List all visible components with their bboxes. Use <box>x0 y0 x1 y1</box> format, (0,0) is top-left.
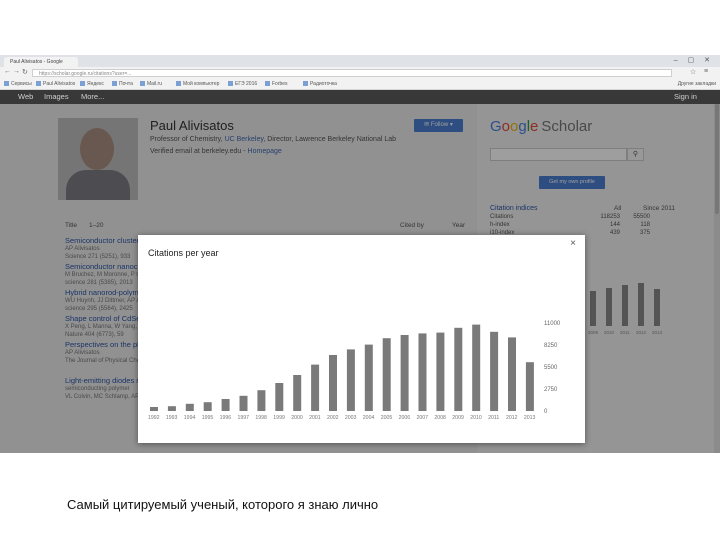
bookmark-item[interactable]: Яндекс <box>80 80 104 88</box>
chart-bar[interactable] <box>185 403 194 411</box>
chart-bar[interactable] <box>508 337 516 411</box>
y-tick-label: 11000 <box>544 321 561 327</box>
chart-bar[interactable] <box>311 364 320 411</box>
bookmark-item[interactable]: Paul Alivisatos <box>36 80 75 88</box>
bookmark-icon <box>140 81 145 87</box>
x-tick-label: 1993 <box>166 415 178 421</box>
bookmarks-bar: Другие закладки Сервисы Paul Alivisatos Ян… <box>0 79 720 90</box>
bookmark-icon <box>112 81 117 87</box>
bookmark-label: Радиоточка <box>310 81 337 87</box>
tab-strip: Paul Alivisatos - Google – ▢ ✕ <box>0 55 720 67</box>
bookmark-item[interactable]: ЕГЭ 2016 <box>228 80 257 88</box>
y-tick-label: 8250 <box>544 343 558 349</box>
bookmark-item[interactable]: Forbes <box>265 80 288 88</box>
x-tick-label: 1995 <box>202 415 214 421</box>
chart-bar[interactable] <box>346 349 355 411</box>
bookmark-item[interactable]: Почта <box>112 80 133 88</box>
x-tick-label: 2010 <box>470 415 482 421</box>
address-bar: ← → ↻ https://scholar.google.ru/citation… <box>0 67 720 79</box>
url-input[interactable]: https://scholar.google.ru/citations?user… <box>32 69 672 77</box>
chart-bar[interactable] <box>490 331 499 411</box>
bookmark-label: Forbes <box>272 81 288 87</box>
chart-bar[interactable] <box>221 399 230 411</box>
bookmark-label: Мой компьютер <box>183 81 220 87</box>
chart-bar[interactable] <box>436 332 445 411</box>
gbar-web[interactable]: Web <box>18 92 33 101</box>
chart-bar[interactable] <box>525 362 534 411</box>
bookmark-item[interactable]: Mail.ru <box>140 80 162 88</box>
bookmark-icon <box>176 81 181 87</box>
window-controls[interactable]: – ▢ ✕ <box>674 56 714 64</box>
x-tick-label: 1999 <box>273 415 285 421</box>
bookmark-item[interactable]: Радиоточка <box>303 80 337 88</box>
x-tick-label: 2005 <box>381 415 393 421</box>
bookmark-icon <box>4 81 9 87</box>
gbar-signin[interactable]: Sign in <box>674 92 697 101</box>
x-tick-label: 2013 <box>524 415 536 421</box>
chart-bar[interactable] <box>454 327 463 411</box>
y-tick-label: 2750 <box>544 387 558 393</box>
bookmark-label: Почта <box>119 81 133 87</box>
chart-bar[interactable] <box>472 324 481 411</box>
chart-bar[interactable] <box>293 375 302 411</box>
bookmark-icon <box>228 81 233 87</box>
citations-modal: Citations per year × 1992 1993 1994 1995 199… <box>138 235 585 443</box>
bookmark-label: Paul Alivisatos <box>43 81 76 87</box>
chart-bar[interactable] <box>329 355 337 411</box>
chart-bar[interactable] <box>150 407 158 411</box>
x-tick-label: 2008 <box>434 415 446 421</box>
back-icon[interactable]: ← <box>4 68 11 75</box>
x-tick-label: 2001 <box>309 415 321 421</box>
x-tick-label: 2009 <box>452 415 464 421</box>
chart-bar[interactable] <box>257 390 266 411</box>
bookmark-label: Яндекс <box>87 81 104 87</box>
chart-bar[interactable] <box>400 335 409 411</box>
y-tick-label: 5500 <box>544 365 558 371</box>
x-tick-label: 2007 <box>417 415 429 421</box>
x-tick-label: 2012 <box>506 415 518 421</box>
bookmark-item[interactable]: Мой компьютер <box>176 80 219 88</box>
x-tick-label: 1992 <box>148 415 160 421</box>
bookmark-icon <box>80 81 85 87</box>
chart-bar[interactable] <box>418 333 427 411</box>
citations-chart: 1992 1993 1994 1995 1996 1997 1998 1999 2000 2001… <box>148 321 561 421</box>
x-tick-label: 1997 <box>238 415 250 421</box>
other-bookmarks[interactable]: Другие закладки <box>678 80 716 88</box>
x-tick-label: 2011 <box>488 415 499 421</box>
gbar-images[interactable]: Images <box>44 92 69 101</box>
browser-tab[interactable]: Paul Alivisatos - Google <box>4 57 78 67</box>
x-tick-label: 2003 <box>345 415 357 421</box>
x-tick-label: 2004 <box>363 415 375 421</box>
x-tick-label: 2006 <box>399 415 411 421</box>
bookmark-icon <box>303 81 308 87</box>
chart-bar[interactable] <box>239 395 248 411</box>
bookmark-label: Сервисы <box>11 81 32 87</box>
menu-icon[interactable]: ≡ <box>704 68 708 75</box>
bookmark-label: Mail.ru <box>147 81 163 87</box>
reload-icon[interactable]: ↻ <box>22 68 28 76</box>
x-tick-label: 1996 <box>220 415 232 421</box>
bookmark-label: ЕГЭ 2016 <box>235 81 258 87</box>
x-tick-label: 2002 <box>327 415 339 421</box>
gbar-more[interactable]: More... <box>81 92 104 101</box>
chart-bar[interactable] <box>382 338 391 411</box>
x-tick-label: 2000 <box>291 415 303 421</box>
chart-bar[interactable] <box>364 344 373 411</box>
x-tick-label: 1994 <box>184 415 196 421</box>
chart-bar[interactable] <box>203 402 212 411</box>
forward-icon[interactable]: → <box>13 68 20 75</box>
chart-bar[interactable] <box>167 406 176 411</box>
google-bar: Web Images More... Sign in <box>0 90 720 104</box>
browser-screenshot: Paul Alivisatos - Google – ▢ ✕ ← → ↻ htt… <box>0 55 720 453</box>
bookmark-item[interactable]: Сервисы <box>4 80 32 88</box>
slide-caption: Самый цитируемый ученый, которого я знаю… <box>67 497 379 512</box>
y-tick-label: 0 <box>544 409 548 415</box>
chart-bar[interactable] <box>275 383 284 411</box>
star-icon[interactable]: ☆ <box>690 68 696 76</box>
x-tick-label: 1998 <box>255 415 267 421</box>
bookmark-icon <box>36 81 41 87</box>
bookmark-icon <box>265 81 270 87</box>
